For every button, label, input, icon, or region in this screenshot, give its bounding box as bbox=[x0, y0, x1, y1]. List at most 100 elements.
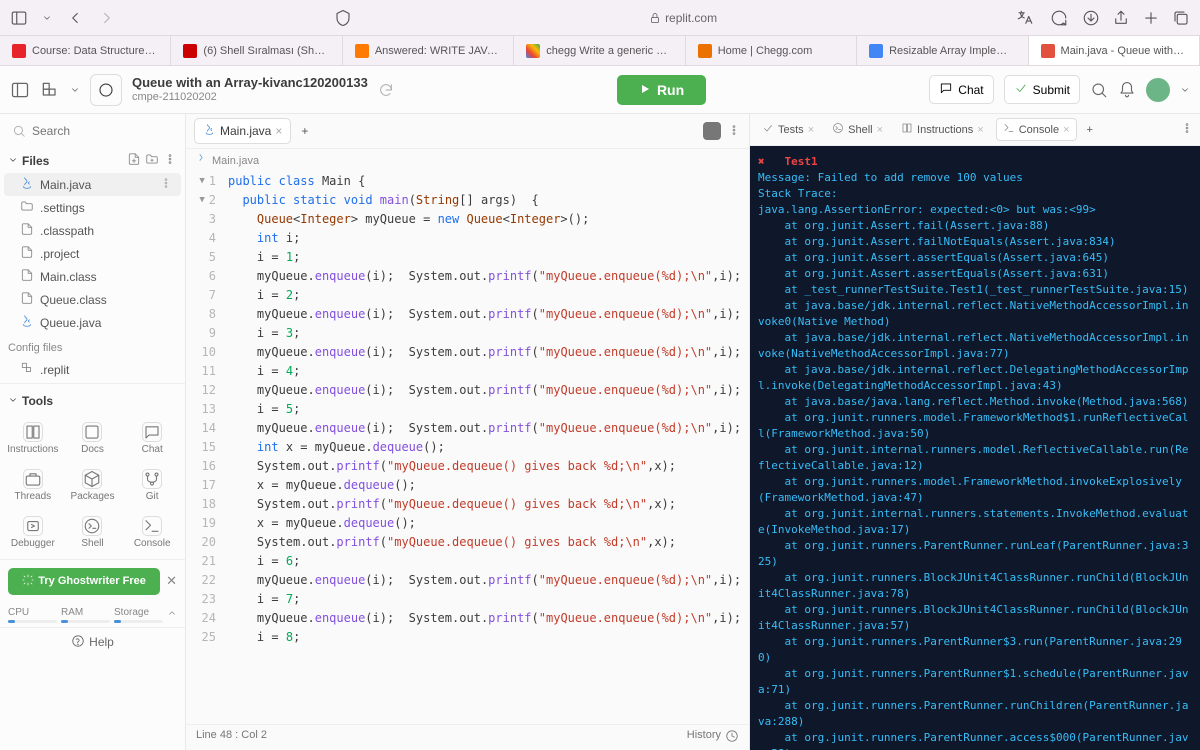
tab-instructions[interactable]: Instructions× bbox=[895, 119, 990, 140]
chevron-down-icon[interactable] bbox=[42, 9, 52, 27]
panel-toggle-icon[interactable] bbox=[10, 80, 30, 100]
file-tree-item[interactable]: .project bbox=[0, 242, 185, 265]
console-output[interactable]: ✖ Test1 Message: Failed to add remove 10… bbox=[750, 146, 1200, 750]
shield-icon[interactable] bbox=[334, 9, 352, 27]
more-icon[interactable] bbox=[727, 123, 741, 140]
tool-label: Docs bbox=[81, 444, 104, 455]
help-icon bbox=[71, 634, 85, 651]
tool-label: Console bbox=[134, 538, 171, 549]
sidebar: Files Main.java.settings.classpath.proje… bbox=[0, 114, 186, 750]
chevron-up-icon[interactable] bbox=[167, 608, 177, 621]
history-button[interactable]: History bbox=[687, 729, 721, 746]
tool-debugger[interactable]: Debugger bbox=[4, 510, 62, 555]
new-folder-icon[interactable] bbox=[145, 152, 159, 169]
code-editor[interactable]: ▼1public class Main {▼2 public static vo… bbox=[186, 172, 749, 724]
file-tree-item[interactable]: .settings bbox=[0, 196, 185, 219]
help-button[interactable]: Help bbox=[0, 627, 185, 657]
replit-logo-icon[interactable] bbox=[40, 80, 60, 100]
new-tab-icon[interactable]: + bbox=[297, 124, 312, 138]
file-tree-item[interactable]: Queue.java bbox=[0, 311, 185, 334]
file-tree-item[interactable]: Queue.class bbox=[0, 288, 185, 311]
tool-instructions[interactable]: Instructions bbox=[4, 416, 62, 461]
check-icon bbox=[762, 122, 774, 137]
file-tree-item[interactable]: Main.class bbox=[0, 265, 185, 288]
bell-icon[interactable] bbox=[1118, 81, 1136, 99]
project-title: Queue with an Array-kivanc120200133 bbox=[132, 75, 368, 91]
close-icon[interactable]: × bbox=[877, 124, 883, 136]
file-tree-item[interactable]: .replit bbox=[0, 358, 185, 381]
browser-tab[interactable]: Answered: WRITE JAVA… bbox=[343, 36, 514, 65]
right-tab-bar: Tests× Shell× Instructions× Console× + bbox=[750, 114, 1200, 146]
chevron-down-icon[interactable] bbox=[1180, 81, 1190, 99]
tools-section-header[interactable]: Tools bbox=[0, 390, 185, 412]
tab-label: Home | Chegg.com bbox=[718, 45, 813, 57]
search-input[interactable] bbox=[8, 120, 177, 142]
tool-packages[interactable]: Packages bbox=[64, 463, 122, 508]
url-bar[interactable]: replit.com bbox=[366, 9, 1000, 27]
browser-tab[interactable]: Course: Data Structures… bbox=[0, 36, 171, 65]
favicon bbox=[526, 44, 540, 58]
file-icon bbox=[20, 291, 34, 308]
forward-icon[interactable] bbox=[98, 9, 116, 27]
file-tree-item[interactable]: .classpath bbox=[0, 219, 185, 242]
sidebar-toggle-icon[interactable] bbox=[10, 9, 28, 27]
chevron-down-icon bbox=[8, 394, 18, 408]
tab-label: Main.java - Queue with a… bbox=[1061, 45, 1187, 57]
tool-label: Chat bbox=[142, 444, 163, 455]
download-icon[interactable] bbox=[1082, 9, 1100, 27]
search-icon bbox=[12, 124, 26, 141]
run-button[interactable]: Run bbox=[617, 75, 706, 105]
close-icon[interactable]: × bbox=[275, 124, 282, 138]
project-owner: cmpe-211020202 bbox=[132, 91, 368, 104]
share-icon[interactable] bbox=[1112, 9, 1130, 27]
new-tab-icon[interactable]: + bbox=[1083, 124, 1097, 136]
files-label: Files bbox=[22, 154, 49, 168]
back-icon[interactable] bbox=[66, 9, 84, 27]
java-file-icon bbox=[196, 153, 208, 168]
reload-icon[interactable] bbox=[1050, 9, 1068, 27]
files-section-header[interactable]: Files bbox=[0, 148, 185, 173]
tool-threads[interactable]: Threads bbox=[4, 463, 62, 508]
more-icon[interactable] bbox=[163, 152, 177, 169]
search-icon[interactable] bbox=[1090, 81, 1108, 99]
close-icon[interactable]: × bbox=[808, 124, 814, 136]
tabs-icon[interactable] bbox=[1172, 9, 1190, 27]
editor-tab[interactable]: Main.java × bbox=[194, 118, 291, 144]
tab-shell[interactable]: Shell× bbox=[826, 119, 889, 140]
sync-icon[interactable] bbox=[378, 80, 394, 100]
ghostwriter-button[interactable]: Try Ghostwriter Free bbox=[8, 568, 160, 595]
browser-tab[interactable]: Main.java - Queue with a… bbox=[1029, 36, 1200, 65]
avatar[interactable] bbox=[1146, 78, 1170, 102]
more-icon[interactable] bbox=[159, 176, 173, 193]
more-icon[interactable] bbox=[1180, 121, 1194, 138]
tool-shell[interactable]: Shell bbox=[64, 510, 122, 555]
favicon bbox=[869, 44, 883, 58]
tool-git[interactable]: Git bbox=[123, 463, 181, 508]
new-file-icon[interactable] bbox=[127, 152, 141, 169]
system-stats: CPU RAM Storage bbox=[0, 603, 185, 627]
close-icon[interactable]: × bbox=[977, 124, 983, 136]
close-icon[interactable]: × bbox=[1063, 124, 1069, 136]
browser-tab[interactable]: Home | Chegg.com bbox=[686, 36, 857, 65]
close-icon[interactable]: ✕ bbox=[166, 573, 177, 589]
tool-label: Debugger bbox=[11, 538, 55, 549]
chat-button[interactable]: Chat bbox=[929, 75, 993, 104]
layout-icon[interactable] bbox=[703, 122, 721, 140]
tab-console[interactable]: Console× bbox=[996, 118, 1077, 141]
tool-docs[interactable]: Docs bbox=[64, 416, 122, 461]
tool-label: Threads bbox=[14, 491, 51, 502]
browser-tab[interactable]: Resizable Array Impleme… bbox=[857, 36, 1028, 65]
browser-tab[interactable]: chegg Write a generic Q… bbox=[514, 36, 685, 65]
browser-tab[interactable]: (6) Shell Sıralması (Shell… bbox=[171, 36, 342, 65]
browser-toolbar: replit.com bbox=[0, 0, 1200, 36]
tab-tests[interactable]: Tests× bbox=[756, 119, 820, 140]
tool-icon bbox=[82, 516, 102, 536]
tool-console[interactable]: Console bbox=[123, 510, 181, 555]
favicon bbox=[355, 44, 369, 58]
new-tab-icon[interactable] bbox=[1142, 9, 1160, 27]
file-tree-item[interactable]: Main.java bbox=[4, 173, 181, 196]
tool-chat[interactable]: Chat bbox=[123, 416, 181, 461]
translate-icon[interactable] bbox=[1014, 9, 1036, 27]
submit-button[interactable]: Submit bbox=[1004, 75, 1080, 104]
chevron-down-icon[interactable] bbox=[70, 81, 80, 99]
